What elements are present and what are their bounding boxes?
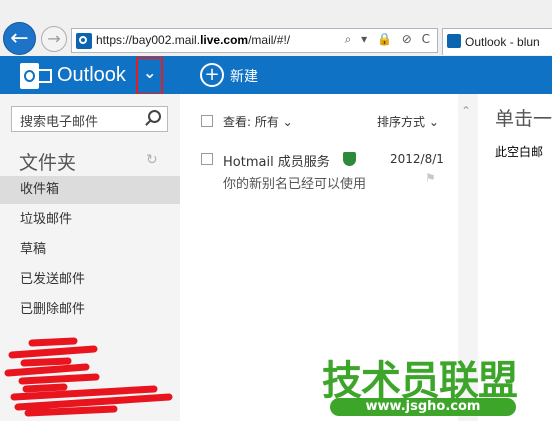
message-sender: Hotmail 成员服务 (223, 155, 330, 170)
folder-drafts[interactable]: 草稿 (0, 236, 180, 264)
scroll-up-icon[interactable]: ⌃ (461, 104, 471, 118)
address-bar[interactable]: https://bay002.mail.live.com/mail/#!/ ⌕ … (71, 28, 438, 53)
folder-sent[interactable]: 已发送邮件 (0, 266, 180, 294)
tab-title: Outlook - blun (465, 35, 540, 49)
chevron-down-icon: ⌄ (143, 63, 157, 82)
browser-chrome: ← → https://bay002.mail.live.com/mail/#!… (0, 0, 552, 57)
watermark-url: www.jsgho.com (330, 398, 516, 416)
search-input[interactable]: 搜索电子邮件 (11, 106, 168, 132)
address-tools[interactable]: ⌕ ▾ 🔒 ⊘ C (345, 32, 433, 47)
folder-inbox[interactable]: 收件箱 (0, 176, 180, 204)
outlook-favicon-icon (76, 33, 92, 49)
forward-arrow-icon[interactable]: → (41, 26, 67, 52)
folder-deleted[interactable]: 已删除邮件 (0, 296, 180, 324)
app-name[interactable]: Outlook (57, 64, 126, 87)
flag-icon[interactable]: ⚑ (425, 171, 436, 185)
message-checkbox[interactable] (201, 153, 213, 165)
message-preview: 你的新别名已经可以使用 (223, 177, 367, 192)
address-url: https://bay002.mail.live.com/mail/#!/ (96, 33, 291, 47)
select-all-checkbox[interactable] (201, 115, 213, 127)
sort-menu[interactable]: 排序方式 ⌄ (377, 113, 439, 130)
reading-text: 此空白邮 (495, 145, 544, 159)
back-arrow-icon[interactable]: ← (3, 22, 36, 55)
search-placeholder: 搜索电子邮件 (20, 115, 99, 130)
outlook-favicon-icon (447, 34, 461, 48)
view-filter[interactable]: 查看: 所有 ⌄ (223, 113, 293, 130)
verified-shield-icon (343, 152, 356, 166)
message-date: 2012/8/1 (390, 152, 444, 166)
reading-heading: 单击一 (495, 108, 552, 130)
search-icon[interactable] (148, 110, 161, 123)
app-switcher-dropdown[interactable]: ⌄ (136, 57, 163, 95)
browser-tab[interactable]: Outlook - blun (442, 28, 552, 55)
watermark: 技术员联盟 www.jsgho.com (316, 348, 536, 418)
folder-junk[interactable]: 垃圾邮件 (0, 206, 180, 234)
new-message-button[interactable]: + 新建 (200, 63, 320, 87)
redaction-scribble (4, 337, 173, 417)
folders-title: 文件夹 (19, 152, 77, 174)
new-label: 新建 (230, 69, 258, 85)
refresh-icon[interactable]: ↻ (146, 152, 158, 168)
outlook-logo-icon (20, 63, 52, 89)
plus-circle-icon: + (200, 63, 224, 87)
